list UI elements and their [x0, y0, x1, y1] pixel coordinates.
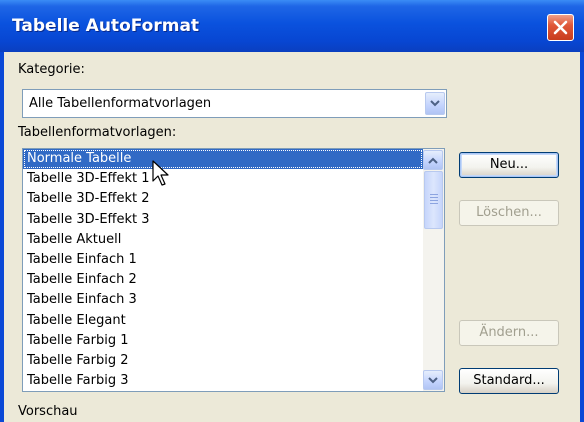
close-button[interactable]	[547, 14, 574, 41]
modify-button[interactable]: Ändern...	[459, 320, 559, 346]
dialog-window: Tabelle AutoFormat Kategorie: Alle Tabel…	[0, 0, 584, 422]
chevron-up-icon	[428, 157, 438, 164]
list-item[interactable]: Tabelle 3D-Effekt 1	[23, 169, 423, 189]
kategorie-value: Alle Tabellenformatvorlagen	[29, 96, 212, 111]
scroll-down-button[interactable]	[423, 370, 443, 390]
mouse-pointer-icon	[152, 160, 169, 186]
dialog-content: Kategorie: Alle Tabellenformatvorlagen T…	[4, 52, 580, 422]
grip-line	[430, 197, 438, 198]
grip-line	[430, 194, 438, 195]
kategorie-label: Kategorie:	[18, 62, 85, 77]
kategorie-combobox[interactable]: Alle Tabellenformatvorlagen	[22, 89, 447, 118]
scroll-up-button[interactable]	[423, 150, 443, 170]
list-item[interactable]: Tabelle Einfach 1	[23, 250, 423, 270]
vorlagen-label: Tabellenformatvorlagen:	[18, 125, 177, 140]
list-item[interactable]: Tabelle Einfach 3	[23, 290, 423, 310]
title-bar[interactable]: Tabelle AutoFormat	[0, 0, 584, 52]
vertical-scrollbar[interactable]	[423, 149, 444, 391]
list-item-selected[interactable]: Normale Tabelle	[23, 149, 423, 170]
grip-line	[430, 200, 438, 201]
standard-button[interactable]: Standard...	[459, 368, 559, 394]
delete-button[interactable]: Löschen...	[459, 200, 559, 226]
list-item[interactable]: Tabelle 3D-Effekt 2	[23, 189, 423, 209]
vorlagen-listbox[interactable]: Normale Tabelle Tabelle 3D-Effekt 1 Tabe…	[22, 148, 445, 392]
list-item[interactable]: Tabelle Farbig 3	[23, 371, 423, 391]
vorlagen-items: Normale Tabelle Tabelle 3D-Effekt 1 Tabe…	[23, 149, 423, 391]
new-button[interactable]: Neu...	[459, 152, 559, 178]
chevron-down-icon	[428, 377, 438, 384]
list-item[interactable]: Tabelle Farbig 2	[23, 351, 423, 371]
window-title: Tabelle AutoFormat	[12, 16, 200, 36]
chevron-down-icon	[430, 100, 440, 107]
kategorie-dropdown-button[interactable]	[425, 92, 445, 115]
grip-line	[430, 203, 438, 204]
vorschau-label: Vorschau	[18, 404, 78, 419]
list-item[interactable]: Tabelle Elegant	[23, 311, 423, 331]
list-item[interactable]: Tabelle Farbig 1	[23, 331, 423, 351]
list-item[interactable]: Tabelle Aktuell	[23, 230, 423, 250]
list-item[interactable]: Tabelle Einfach 2	[23, 270, 423, 290]
list-item[interactable]: Tabelle 3D-Effekt 3	[23, 210, 423, 230]
close-icon	[553, 20, 568, 35]
scroll-thumb[interactable]	[424, 171, 443, 229]
